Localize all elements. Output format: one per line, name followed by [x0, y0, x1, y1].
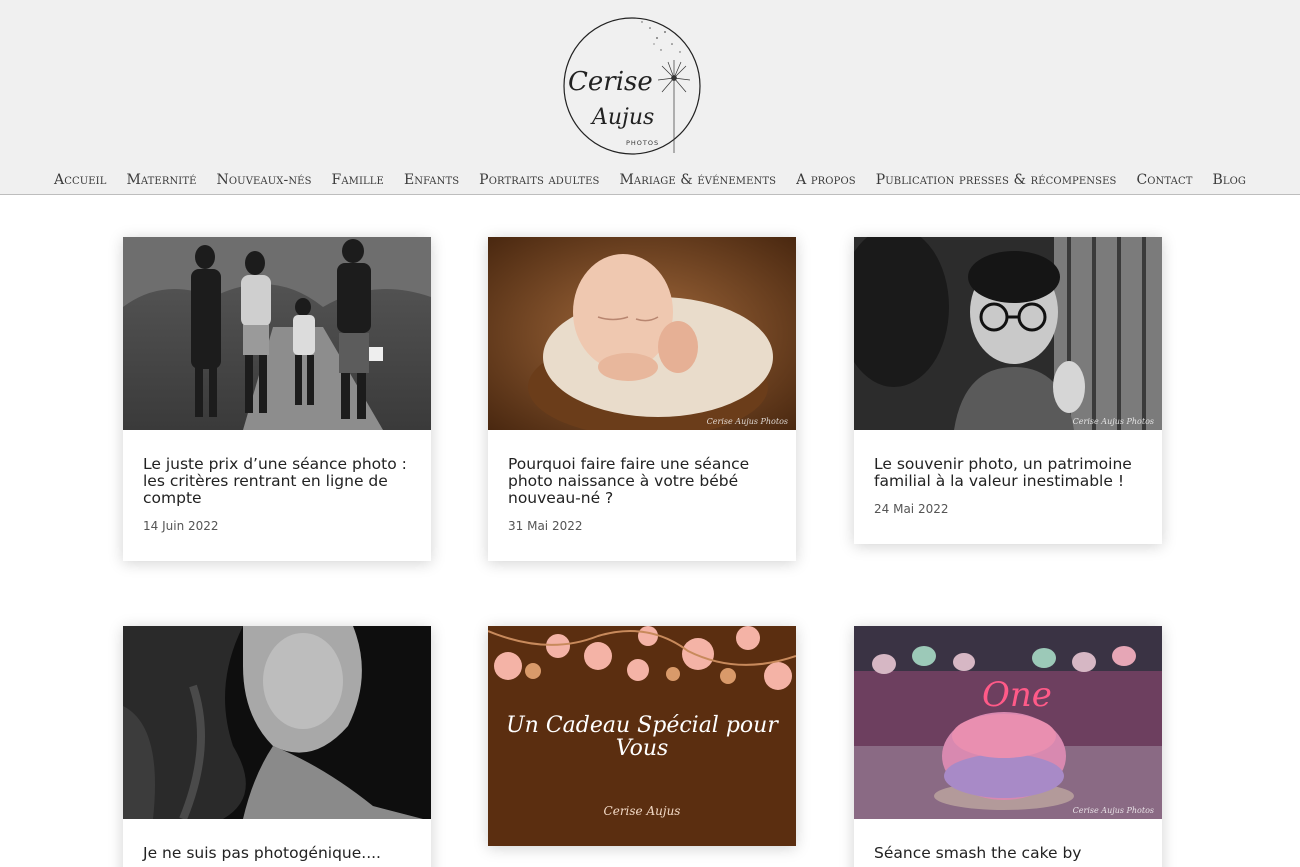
gift-card-logo: Cerise Aujus: [603, 804, 681, 818]
image-watermark: Cerise Aujus Photos: [706, 417, 788, 426]
post-card: Le juste prix d’une séance photo : les c…: [123, 237, 431, 562]
post-title[interactable]: Le juste prix d’une séance photo : les c…: [143, 455, 411, 507]
image-watermark: Cerise Aujus Photos: [1072, 417, 1154, 426]
post-card: Un Cadeau Spécial pour Vous Cerise Aujus: [488, 626, 796, 846]
post-date: 31 Mai 2022: [508, 519, 583, 534]
logo-graphic: Cerise Aujus PHOTOS: [563, 17, 701, 155]
nav-contact[interactable]: Contact: [1126, 170, 1202, 192]
post-date: 14 Juin 2022: [143, 519, 219, 534]
post-card: Cerise Aujus Photos Le souvenir photo, u…: [854, 237, 1162, 545]
nav-publication-presses[interactable]: Publication presses & récompenses: [866, 170, 1127, 192]
nav-enfants[interactable]: Enfants: [394, 170, 469, 192]
site-header: Cerise Aujus PHOTOS Accueil Maternité No…: [0, 0, 1300, 195]
post-title[interactable]: Pourquoi faire faire une séance photo na…: [508, 455, 776, 507]
svg-text:Cerise: Cerise: [568, 67, 653, 97]
post-title[interactable]: Le souvenir photo, un patrimoine familia…: [874, 455, 1142, 490]
nav-a-propos[interactable]: A propos: [786, 170, 866, 192]
nav-nouveaux-nes[interactable]: Nouveaux-nés: [207, 170, 322, 192]
post-image-smash-cake[interactable]: One Cerise Aujus Photos: [854, 626, 1162, 819]
post-card: Cerise Aujus Photos Pourquoi faire faire…: [488, 237, 796, 562]
nav-maternite[interactable]: Maternité: [116, 170, 206, 192]
nav-blog[interactable]: Blog: [1202, 170, 1256, 192]
post-card: One Cerise Aujus Photos Séance smash the…: [854, 626, 1162, 867]
post-card: Je ne suis pas photogénique....: [123, 626, 431, 867]
post-title[interactable]: Je ne suis pas photogénique....: [143, 844, 411, 862]
post-image-family-walk[interactable]: [123, 237, 431, 430]
nav-famille[interactable]: Famille: [322, 170, 394, 192]
gift-card-text: Un Cadeau Spécial pour Vous: [506, 713, 778, 762]
svg-text:PHOTOS: PHOTOS: [626, 139, 659, 147]
svg-text:One: One: [982, 675, 1052, 715]
post-image-gift-card[interactable]: Un Cadeau Spécial pour Vous Cerise Aujus: [488, 626, 796, 846]
post-image-woman-portrait[interactable]: [123, 626, 431, 819]
post-date: 24 Mai 2022: [874, 502, 949, 517]
svg-text:Aujus: Aujus: [590, 105, 654, 130]
nav-portraits-adultes[interactable]: Portraits adultes: [469, 170, 609, 192]
post-image-child-glasses[interactable]: Cerise Aujus Photos: [854, 237, 1162, 430]
image-watermark: Cerise Aujus Photos: [1072, 806, 1154, 815]
main-nav: Accueil Maternité Nouveaux-nés Famille E…: [0, 170, 1300, 192]
post-title[interactable]: Séance smash the cake by: [874, 844, 1142, 862]
site-logo[interactable]: Cerise Aujus PHOTOS: [562, 8, 702, 163]
post-image-newborn[interactable]: Cerise Aujus Photos: [488, 237, 796, 430]
nav-accueil[interactable]: Accueil: [44, 170, 116, 192]
nav-mariage-evenements[interactable]: Mariage & événements: [610, 170, 787, 192]
